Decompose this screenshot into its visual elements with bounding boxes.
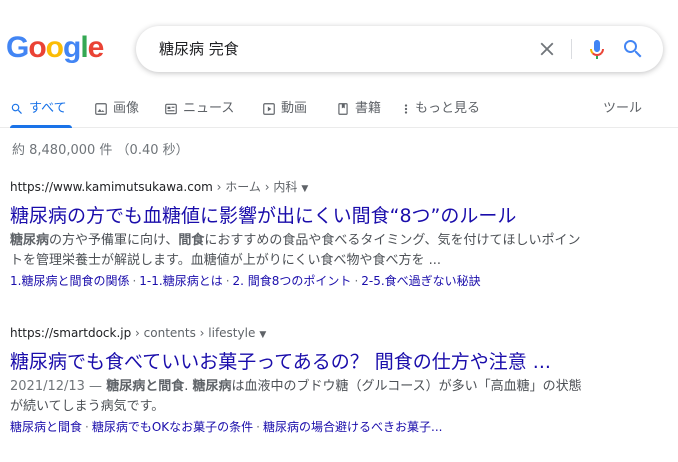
google-logo[interactable]: Google — [6, 31, 105, 65]
sitelink[interactable]: 2. 間食8つのポイント — [233, 274, 352, 288]
result-sitelinks: 糖尿病と間食 · 糖尿病でもOKなお菓子の条件 · 糖尿病の場合避けるべきお菓子... — [10, 418, 610, 436]
sitelink-separator: · — [132, 274, 137, 288]
snippet-highlight: 間食 — [178, 233, 205, 248]
search-divider — [571, 39, 572, 59]
image-icon — [95, 103, 107, 115]
tab-news[interactable]: ニュース — [164, 100, 234, 128]
logo-letter: o — [28, 31, 46, 64]
result-sitelinks: 1.糖尿病と間食の関係 · 1-1.糖尿病とは · 2. 間食8つのポイント · 2-5.食… — [10, 272, 610, 290]
dropdown-arrow-icon[interactable]: ▼ — [259, 330, 266, 340]
more-vert-icon — [404, 104, 408, 114]
logo-letter: l — [80, 31, 88, 64]
sitelink[interactable]: 糖尿病と間食 — [10, 420, 82, 434]
tab-books[interactable]: 書籍 — [336, 100, 381, 128]
tab-label: もっと見る — [415, 101, 481, 116]
search-input[interactable]: 糖尿病 完食 — [159, 39, 239, 59]
mic-icon[interactable] — [585, 37, 609, 61]
snippet-highlight: 糖尿病 — [10, 233, 50, 248]
tab-videos[interactable]: 動画 — [262, 100, 307, 128]
result-url[interactable]: https://smartdock.jp › contents › lifest… — [10, 324, 610, 344]
result-title[interactable]: 糖尿病でも食べていいお菓子ってあるの？ 間食の仕方や注意 ... — [10, 348, 610, 376]
snippet-text: の方や予備軍に向け、 — [49, 233, 179, 248]
tab-label: 書籍 — [355, 101, 382, 116]
result-date: 2021/12/13 — — [10, 379, 107, 394]
sitelink-separator: · — [256, 420, 260, 434]
search-box[interactable]: 糖尿病 完食 — [136, 26, 663, 72]
tab-images[interactable]: 画像 — [94, 100, 139, 128]
tab-more[interactable]: もっと見る — [402, 100, 480, 128]
tab-label: ニュース — [183, 101, 235, 116]
search-tabs: すべて 画像 ニュース 動画 書籍 もっと見る ツール — [0, 92, 678, 128]
tab-label: 画像 — [113, 101, 140, 116]
result-path: › ホーム › 内科 — [212, 180, 298, 194]
logo-letter: G — [6, 31, 29, 64]
search-icon — [11, 103, 22, 114]
result-stats: 約 8,480,000 件 （0.40 秒） — [12, 143, 189, 158]
dropdown-arrow-icon[interactable]: ▼ — [301, 184, 308, 194]
tab-label: 動画 — [281, 101, 308, 116]
logo-letter: e — [87, 31, 105, 64]
tab-label: すべて — [29, 101, 67, 116]
result-url[interactable]: https://www.kamimutsukawa.com › ホーム › 内科… — [10, 178, 610, 198]
sitelink[interactable]: 糖尿病でもOKなお菓子の条件 — [92, 420, 253, 434]
sitelink-separator: · — [85, 420, 89, 434]
sitelink-separator: · — [225, 274, 230, 288]
result-title[interactable]: 糖尿病の方でも血糖値に影響が出にくい間食“8つ”のルール — [10, 202, 610, 230]
sitelink[interactable]: 糖尿病の場合避けるべきお菓子... — [263, 420, 442, 434]
play-icon — [263, 103, 275, 115]
sitelink[interactable]: 2-5.食べ過ぎない秘訣 — [361, 274, 480, 288]
logo-letter: g — [63, 31, 81, 64]
result-snippet: 糖尿病の方や予備軍に向け、間食におすすめの食品や食べるタイミング、気を付けてほし… — [10, 231, 590, 271]
sitelink-separator: · — [354, 274, 359, 288]
result-path: › contents › lifestyle — [131, 326, 256, 340]
search-result: https://www.kamimutsukawa.com › ホーム › 内科… — [10, 178, 610, 290]
result-domain: https://smartdock.jp — [10, 326, 132, 340]
result-snippet: 2021/12/13 — 糖尿病と間食. 糖尿病は血液中のブドウ糖（グルコース）… — [10, 377, 590, 417]
snippet-highlight: 糖尿病と間食 — [106, 379, 185, 394]
result-domain: https://www.kamimutsukawa.com — [10, 180, 213, 194]
sitelink[interactable]: 1-1.糖尿病とは — [139, 274, 222, 288]
tools-button[interactable]: ツール — [603, 100, 642, 118]
logo-letter: o — [45, 31, 64, 64]
search-result: https://smartdock.jp › contents › lifest… — [10, 324, 610, 436]
header: Google 糖尿病 完食 — [0, 0, 678, 92]
search-icon[interactable] — [621, 37, 645, 61]
snippet-highlight: 糖尿病 — [192, 379, 232, 394]
clear-icon[interactable] — [536, 38, 558, 60]
sitelink[interactable]: 1.糖尿病と間食の関係 — [10, 274, 129, 288]
news-icon — [165, 103, 177, 115]
book-icon — [338, 103, 348, 115]
tab-all[interactable]: すべて — [10, 100, 72, 128]
